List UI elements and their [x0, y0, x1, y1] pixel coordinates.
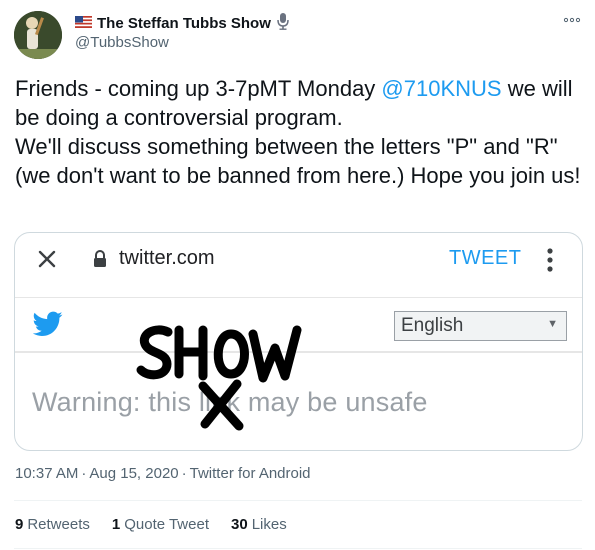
kebab-menu-icon: [546, 247, 554, 273]
likes-label: Likes: [251, 516, 287, 533]
quote-tweets-stat[interactable]: 1 Quote Tweet: [112, 516, 209, 533]
microphone-icon: [276, 12, 290, 34]
avatar[interactable]: [14, 11, 62, 59]
handwritten-show-scribble: [135, 318, 305, 438]
retweets-label: Retweets: [27, 516, 90, 533]
likes-count: 30: [231, 516, 248, 533]
tweet-text-before: Friends - coming up 3-7pMT Monday: [15, 76, 382, 101]
retweets-count: 9: [15, 516, 24, 533]
us-flag-icon: [75, 15, 92, 32]
display-name[interactable]: The Steffan Tubbs Show: [97, 15, 271, 32]
media-image-card[interactable]: twitter.com TWEET English ▼ Warning: thi…: [14, 232, 583, 451]
more-options-icon[interactable]: [562, 12, 582, 28]
tweet-date[interactable]: Aug 15, 2020: [89, 465, 178, 482]
divider: [14, 548, 582, 549]
mention-link[interactable]: @710KNUS: [381, 76, 501, 101]
likes-stat[interactable]: 30 Likes: [231, 516, 287, 533]
retweets-stat[interactable]: 9 Retweets: [15, 516, 90, 533]
quotes-label: Quote Tweet: [124, 516, 209, 533]
tweet-text: Friends - coming up 3-7pMT Monday @710KN…: [15, 74, 585, 190]
close-icon: [37, 249, 57, 269]
lock-icon: [92, 249, 108, 269]
language-select-value: English: [401, 315, 464, 336]
divider: [14, 500, 582, 501]
engagement-stats: 9 Retweets 1 Quote Tweet 30 Likes: [15, 516, 287, 533]
twitter-bird-icon: [32, 311, 63, 337]
tweet-metadata: 10:37 AM · Aug 15, 2020 · Twitter for Androi…: [15, 465, 311, 482]
tweet-source[interactable]: Twitter for Android: [190, 465, 311, 482]
tweet-button: TWEET: [449, 247, 522, 269]
tweet-time[interactable]: 10:37 AM: [15, 465, 78, 482]
author-handle[interactable]: @TubbsShow: [75, 34, 169, 51]
url-text: twitter.com: [119, 247, 215, 269]
dropdown-arrow-icon: ▼: [547, 318, 558, 330]
quotes-count: 1: [111, 516, 121, 533]
language-select: English ▼: [394, 311, 567, 341]
author-name-row[interactable]: The Steffan Tubbs Show: [75, 13, 290, 33]
